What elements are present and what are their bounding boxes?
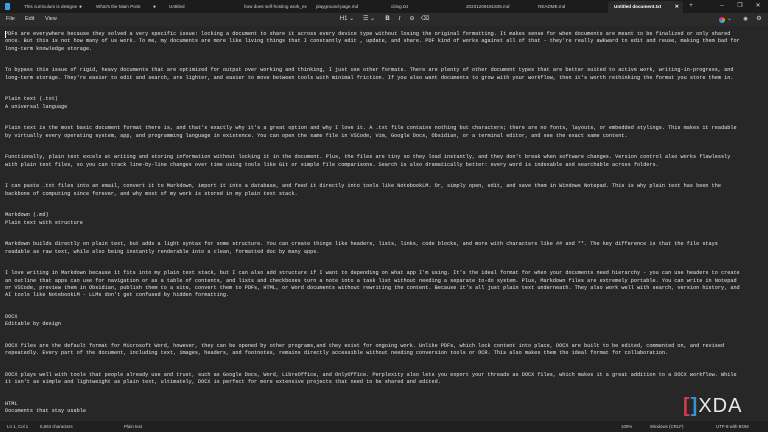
character-count: 5,663 characters — [40, 424, 73, 429]
text-line: DOCX files are the default format for Mi… — [5, 342, 725, 349]
notepad-app-icon — [5, 3, 10, 10]
tab[interactable]: how does self-hosting work_ex — [238, 1, 314, 13]
text-line: I love writing in Markdown because it fi… — [5, 270, 740, 277]
menu-file[interactable]: File — [6, 13, 15, 26]
paragraph: Plain text (.txt) A universal language — [5, 96, 763, 111]
text-line: PDFs are everywhere because they solved … — [5, 31, 731, 37]
text-line: Plain text with structure — [5, 219, 83, 226]
text-line: long-term knowledge storage. — [5, 45, 93, 52]
text-line: repeatedly. Every part of the document, … — [5, 350, 669, 356]
account-icon[interactable]: ◉ — [741, 13, 750, 26]
clear-formatting-icon[interactable]: ⌫ — [420, 13, 430, 26]
text-line: long-term storage. They're easier to edi… — [5, 74, 734, 81]
paragraph: PDFs are everywhere because they solved … — [5, 31, 763, 53]
new-tab-button[interactable]: + — [684, 0, 698, 13]
text-line: I can paste .txt files into an email, co… — [5, 183, 721, 190]
settings-gear-icon[interactable]: ⚙ — [754, 13, 764, 26]
paragraph: I love writing in Markdown because it fi… — [5, 270, 763, 299]
link-icon[interactable]: ⊖ — [407, 13, 417, 26]
paragraph: Plain text is the most basic document fo… — [5, 125, 763, 140]
text-line: an outline that apps can use for navigat… — [5, 277, 737, 284]
tab[interactable]: What's the Main Point ● — [90, 1, 160, 13]
tab[interactable]: This curriculum is designe ● — [18, 1, 86, 13]
paragraph: DOCX files are the default format for Mi… — [5, 343, 763, 358]
list-dropdown[interactable]: ☰ ⌄ — [360, 13, 378, 26]
tab[interactable]: citing.txt — [385, 1, 460, 13]
text-line: with plain text files, so you can track … — [5, 161, 659, 168]
tab-label: What's the Main Point — [96, 4, 141, 9]
tab-label: Untitled document.txt — [614, 4, 662, 9]
text-line: Editable by design — [5, 321, 62, 327]
zoom-level[interactable]: 100% — [621, 421, 632, 432]
tab-label: Untitled — [169, 4, 185, 9]
tab-label: playground-page.md — [316, 4, 359, 9]
paragraph: To bypass this issue of rigid, heavy doc… — [5, 67, 763, 82]
paragraph: DOCX Editable by design — [5, 314, 763, 329]
unsaved-dot-icon: ● — [78, 4, 82, 10]
xda-watermark-logo: []XDA — [683, 395, 743, 417]
text-line: by virtually every operating system, app… — [5, 132, 628, 139]
cursor-position[interactable]: Ln 1, Col 1 — [7, 421, 28, 432]
text-line: DOCX — [5, 313, 18, 320]
italic-button[interactable]: I — [395, 13, 404, 26]
text-line: Markdown (.md) — [5, 212, 49, 219]
paragraph: Markdown (.md) Plain text with structure — [5, 212, 763, 227]
text-editor[interactable]: PDFs are everywhere because they solved … — [0, 26, 768, 421]
close-window-button[interactable]: ✕ — [751, 0, 765, 13]
unsaved-dot-icon: ● — [152, 4, 156, 10]
maximize-button[interactable]: ❐ — [733, 0, 747, 13]
close-tab-icon[interactable]: ✕ — [675, 1, 679, 13]
line-ending[interactable]: Windows (CRLF) — [650, 421, 683, 432]
minimize-button[interactable]: – — [715, 0, 729, 13]
format-indicator[interactable]: Plain text — [124, 421, 142, 432]
tab[interactable]: README.md — [532, 1, 607, 13]
tab-label: README.md — [538, 4, 566, 9]
tab[interactable]: Untitled — [163, 1, 238, 13]
tab-bar: This curriculum is designe ● What's the M… — [0, 0, 768, 13]
encoding[interactable]: UTF-8 with BOM — [716, 421, 749, 432]
paragraph: I can paste .txt files into an email, co… — [5, 183, 763, 198]
text-line: To bypass this issue of rigid, heavy doc… — [5, 67, 734, 74]
text-line: readable as raw text, while also being i… — [5, 248, 320, 255]
text-line: or VSCode, preview them in Obsidian, pub… — [5, 284, 740, 291]
text-line: DOCX plays well with tools that people a… — [5, 371, 737, 378]
text-line: backbone of computing since forever, and… — [5, 190, 298, 197]
tab-label: how does self-hosting work_ex — [244, 4, 307, 9]
heading-dropdown[interactable]: H1 ⌄ — [338, 13, 356, 26]
menu-bar: File Edit View H1 ⌄ ☰ ⌄ B I ⊖ ⌫ ⌄ ◉ ⚙ — [0, 13, 768, 26]
text-line: Markdown builds directly on plain text, … — [5, 241, 718, 248]
copilot-dropdown[interactable]: ⌄ — [726, 13, 733, 26]
paragraph: HTML Documents that stay usable — [5, 401, 763, 416]
watermark-text: XDA — [698, 395, 743, 417]
status-bar: Ln 1, Col 1 5,663 characters Plain text … — [0, 421, 768, 432]
menu-view[interactable]: View — [45, 13, 57, 26]
text-line: Functionally, plain text excels at writi… — [5, 154, 731, 161]
text-line: A universal language — [5, 103, 68, 110]
copilot-icon[interactable] — [719, 17, 725, 23]
text-line: AI tools like NotebookLM - LLMs don't ge… — [5, 292, 230, 298]
paragraph: Functionally, plain text excels at writi… — [5, 154, 763, 169]
tab-label: 20231209191835.md — [466, 4, 510, 9]
tab-label: citing.txt — [391, 4, 408, 9]
text-line: it isn't as simple and lightweight as pl… — [5, 379, 441, 385]
tab[interactable]: playground-page.md — [310, 1, 385, 13]
tab-label: This curriculum is designe — [24, 4, 78, 9]
paragraph: Markdown builds directly on plain text, … — [5, 241, 763, 256]
text-line: HTML — [5, 400, 18, 407]
text-caret — [5, 31, 6, 38]
text-line: Plain text is the most basic document fo… — [5, 125, 737, 132]
text-line: Plain text (.txt) — [5, 96, 58, 103]
tab[interactable]: 20231209191835.md — [460, 1, 532, 13]
menu-edit[interactable]: Edit — [25, 13, 34, 26]
tab-active[interactable]: Untitled document.txt ✕ — [608, 1, 683, 13]
bold-button[interactable]: B — [383, 13, 392, 26]
text-line: once. But this is not how many of us wor… — [5, 38, 740, 45]
paragraph: DOCX plays well with tools that people a… — [5, 372, 763, 387]
text-line: Documents that stay usable — [5, 408, 86, 414]
